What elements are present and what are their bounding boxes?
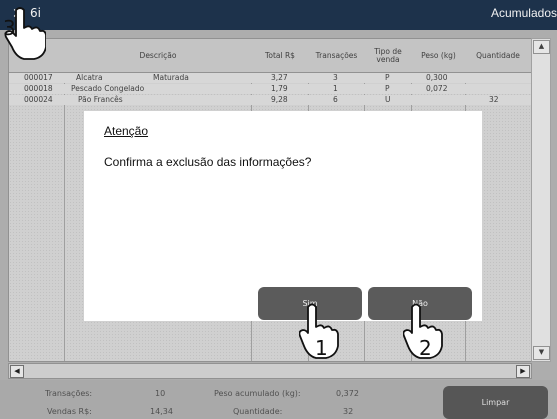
step-3-label: 3 [3,16,16,40]
pointer-hand-icon: 2 [403,303,443,360]
pointer-hand-icon: 1 [299,303,339,360]
dialog-message: Confirma a exclusão das informações? [104,155,312,169]
pointer-hand-icon: 3 [3,7,46,60]
step-1-label: 1 [315,336,328,360]
step-2-label: 2 [419,336,432,360]
confirm-dialog: Atenção Confirma a exclusão das informaç… [84,111,482,321]
dialog-title: Atenção [104,124,149,138]
